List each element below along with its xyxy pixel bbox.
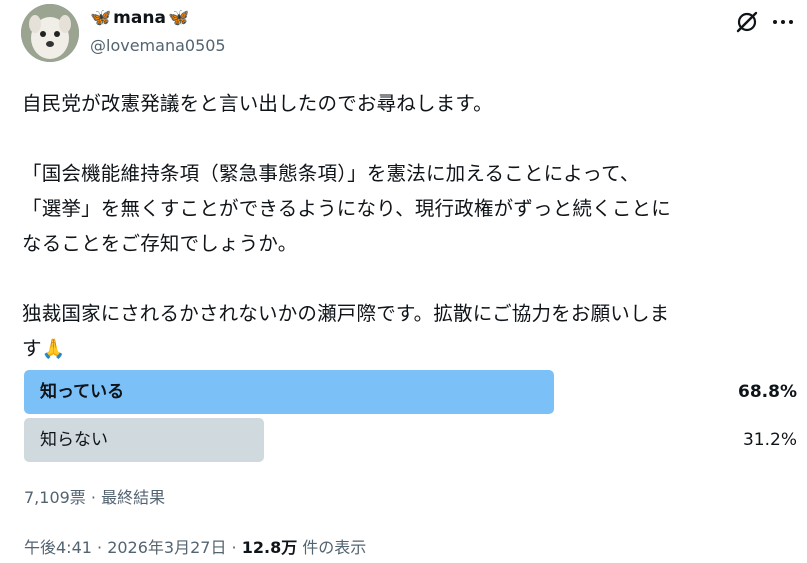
timestamp[interactable]: 午後4:41 · 2026年3月27日 ·	[24, 538, 242, 557]
user-handle[interactable]: @lovemana0505	[90, 36, 226, 55]
butterfly-icon: 🦋	[90, 7, 112, 28]
poll-option-percent: 68.8%	[738, 382, 797, 402]
tweet-body: 自民党が改憲発議をと言い出したのでお尋ねします。 「国会機能維持条項（緊急事態条…	[22, 92, 671, 360]
tweet-text: 自民党が改憲発議をと言い出したのでお尋ねします。 「国会機能維持条項（緊急事態条…	[22, 86, 797, 367]
poll-option-known: 知っている 68.8%	[22, 370, 797, 414]
display-name[interactable]: 🦋 mana 🦋	[90, 8, 189, 28]
more-options-icon[interactable]	[770, 9, 796, 35]
poll-option-label: 知らない	[40, 430, 108, 450]
butterfly-icon: 🦋	[167, 7, 190, 28]
poll: 知っている 68.8% 知らない 31.2%	[22, 370, 797, 466]
poll-option-label: 知っている	[40, 382, 125, 402]
display-name-text: mana	[113, 8, 166, 28]
poll-summary: 7,109票 · 最終結果	[24, 488, 166, 507]
grok-icon[interactable]	[734, 9, 760, 35]
poll-option-percent: 31.2%	[742, 430, 797, 450]
views-label: 件の表示	[297, 538, 367, 557]
views-count: 12.8万	[241, 538, 298, 557]
praying-hands-icon: 🙏	[41, 338, 66, 360]
tweet-meta: 午後4:41 · 2026年3月27日 · 12.8万 件の表示	[24, 534, 366, 558]
poll-option-unknown: 知らない 31.2%	[22, 418, 797, 462]
avatar[interactable]	[21, 4, 79, 62]
